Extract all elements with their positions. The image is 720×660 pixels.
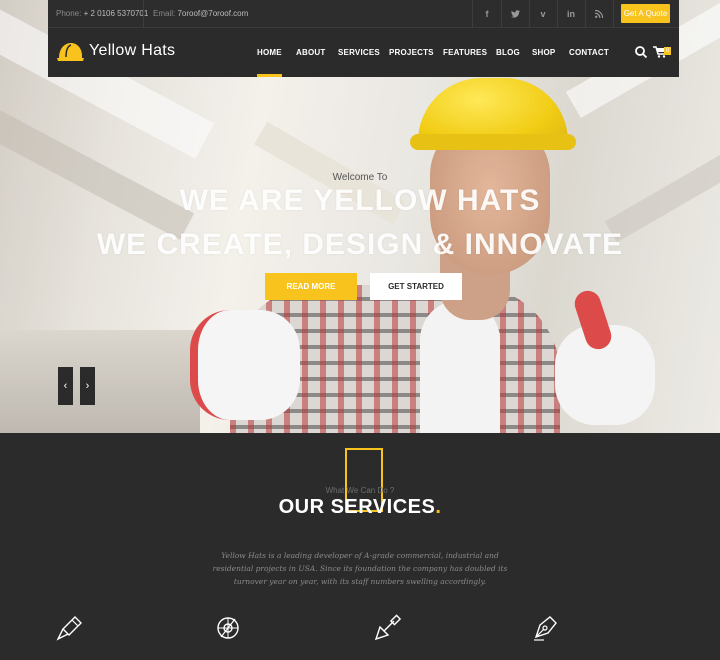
email-address[interactable]: 7oroof@7oroof.com bbox=[177, 9, 248, 18]
phone-label: Phone: bbox=[56, 9, 82, 18]
nav-projects[interactable]: PROJECTS bbox=[389, 28, 434, 77]
pen-nib-icon bbox=[534, 616, 557, 641]
cart-count-badge: 0 bbox=[664, 47, 671, 55]
facebook-icon[interactable]: f bbox=[473, 0, 501, 28]
main-navbar: Yellow Hats HOME ABOUT SERVICES PROJECTS… bbox=[48, 28, 679, 77]
phone-number[interactable]: + 2 0106 5370701 bbox=[84, 9, 149, 18]
rss-icon[interactable] bbox=[585, 0, 613, 28]
slider-next-arrow[interactable]: › bbox=[80, 367, 95, 405]
slider-prev-arrow[interactable]: ‹ bbox=[58, 367, 73, 405]
search-icon[interactable] bbox=[634, 45, 648, 59]
services-section: What We Can Do ? OUR SERVICES. Yellow Ha… bbox=[0, 433, 720, 660]
services-title: OUR SERVICES. bbox=[0, 496, 720, 519]
hero-heading-2: WE CREATE, DESIGN & INNOVATE bbox=[96, 228, 624, 261]
vimeo-icon[interactable]: v bbox=[529, 0, 557, 28]
globe-cog-icon bbox=[217, 617, 239, 639]
topbar: Phone: + 2 0106 5370701 Email: 7oroof@7o… bbox=[48, 0, 679, 28]
nav-services[interactable]: SERVICES bbox=[338, 28, 380, 77]
nav-about[interactable]: ABOUT bbox=[296, 28, 325, 77]
nav-blog[interactable]: BLOG bbox=[496, 28, 520, 77]
nav-contact[interactable]: CONTACT bbox=[569, 28, 609, 77]
paint-brush-icon bbox=[56, 616, 82, 641]
trowel-icon bbox=[374, 614, 402, 641]
get-started-button[interactable]: GET STARTED bbox=[370, 273, 462, 300]
phone-info: Phone: + 2 0106 5370701 bbox=[56, 0, 148, 28]
hero-heading-1: WE ARE YELLOW HATS bbox=[179, 184, 541, 217]
services-pre-title: What We Can Do ? bbox=[325, 486, 395, 495]
logo-text[interactable]: Yellow Hats bbox=[89, 42, 175, 60]
email-label: Email: bbox=[153, 9, 176, 18]
read-more-button[interactable]: READ MORE bbox=[265, 273, 357, 300]
get-a-quote-button[interactable]: Get A Quote bbox=[621, 4, 670, 23]
services-title-dot: . bbox=[435, 496, 442, 518]
hero-welcome: Welcome To bbox=[332, 172, 388, 183]
hard-hat-logo-icon[interactable] bbox=[56, 40, 84, 64]
nav-features[interactable]: FEATURES bbox=[443, 28, 487, 77]
nav-home[interactable]: HOME bbox=[257, 28, 282, 77]
services-title-text: OUR SERVICES bbox=[278, 496, 436, 518]
nav-shop[interactable]: SHOP bbox=[532, 28, 555, 77]
linkedin-icon[interactable]: in bbox=[557, 0, 585, 28]
email-info: Email: 7oroof@7oroof.com bbox=[153, 0, 248, 28]
services-description: Yellow Hats is a leading developer of A-… bbox=[212, 551, 508, 586]
twitter-icon[interactable] bbox=[501, 0, 529, 28]
